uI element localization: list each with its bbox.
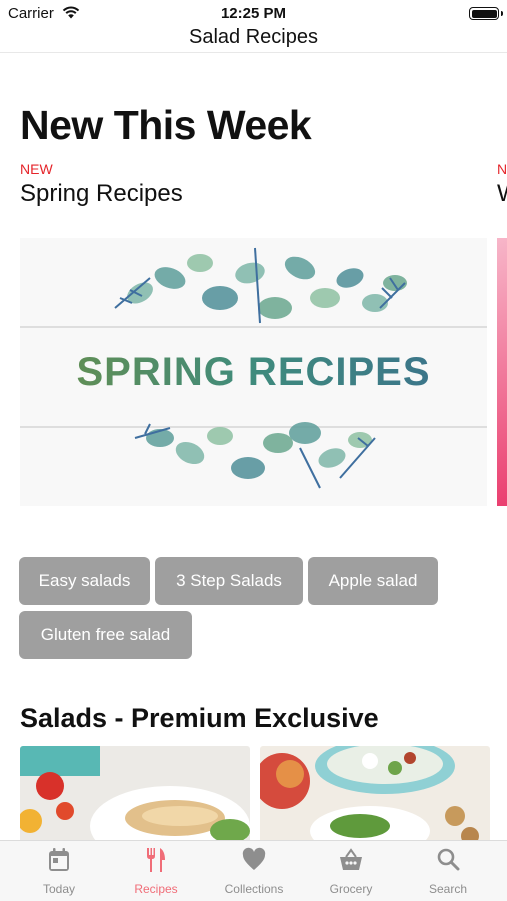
card-image-text: SPRING RECIPES — [20, 350, 487, 395]
tab-search[interactable]: Search — [398, 841, 498, 901]
nav-divider — [0, 52, 507, 53]
feature-title[interactable]: Spring Recipes — [20, 180, 183, 208]
spring-recipes-card[interactable]: SPRING RECIPES — [20, 238, 487, 506]
next-feature-card[interactable] — [497, 238, 507, 506]
battery-icon — [469, 7, 503, 20]
tab-recipes-label: Recipes — [134, 882, 178, 896]
eucalyptus-bottom-icon — [134, 422, 376, 489]
nav-title: Salad Recipes — [189, 26, 318, 48]
eucalyptus-top-icon — [114, 247, 407, 324]
chip-gluten-free-salad[interactable]: Gluten free salad — [19, 611, 192, 659]
status-bar: Carrier 12:25 PM — [0, 0, 507, 28]
tab-collections[interactable]: Collections — [204, 841, 304, 901]
next-feature-tag: N — [497, 161, 507, 177]
tab-recipes[interactable]: Recipes — [106, 841, 206, 901]
salad-thumbnail-apple[interactable] — [260, 746, 490, 846]
tab-today[interactable]: Today — [9, 841, 109, 901]
chip-3-step-salads[interactable]: 3 Step Salads — [155, 557, 303, 605]
fork-knife-icon — [147, 848, 165, 872]
premium-section-title: Salads - Premium Exclusive — [20, 703, 379, 733]
clock: 12:25 PM — [220, 5, 287, 22]
feature-new-tag: NEW — [20, 161, 53, 177]
heart-icon — [242, 847, 266, 870]
tab-today-label: Today — [42, 882, 76, 896]
tab-bar: Today Recipes Collections Grocery Search — [0, 840, 507, 901]
section-title: New This Week — [20, 102, 312, 148]
chip-apple-salad[interactable]: Apple salad — [308, 557, 438, 605]
salad-thumbnail-chicken[interactable] — [20, 746, 250, 846]
tab-search-label: Search — [428, 882, 468, 896]
search-icon — [437, 848, 460, 871]
next-feature-title[interactable]: W — [497, 180, 507, 208]
calendar-icon — [49, 848, 69, 871]
tab-grocery-label: Grocery — [329, 882, 373, 896]
tab-grocery[interactable]: Grocery — [301, 841, 401, 901]
tab-collections-label: Collections — [224, 882, 284, 896]
chip-easy-salads[interactable]: Easy salads — [19, 557, 150, 605]
basket-icon — [340, 848, 362, 870]
